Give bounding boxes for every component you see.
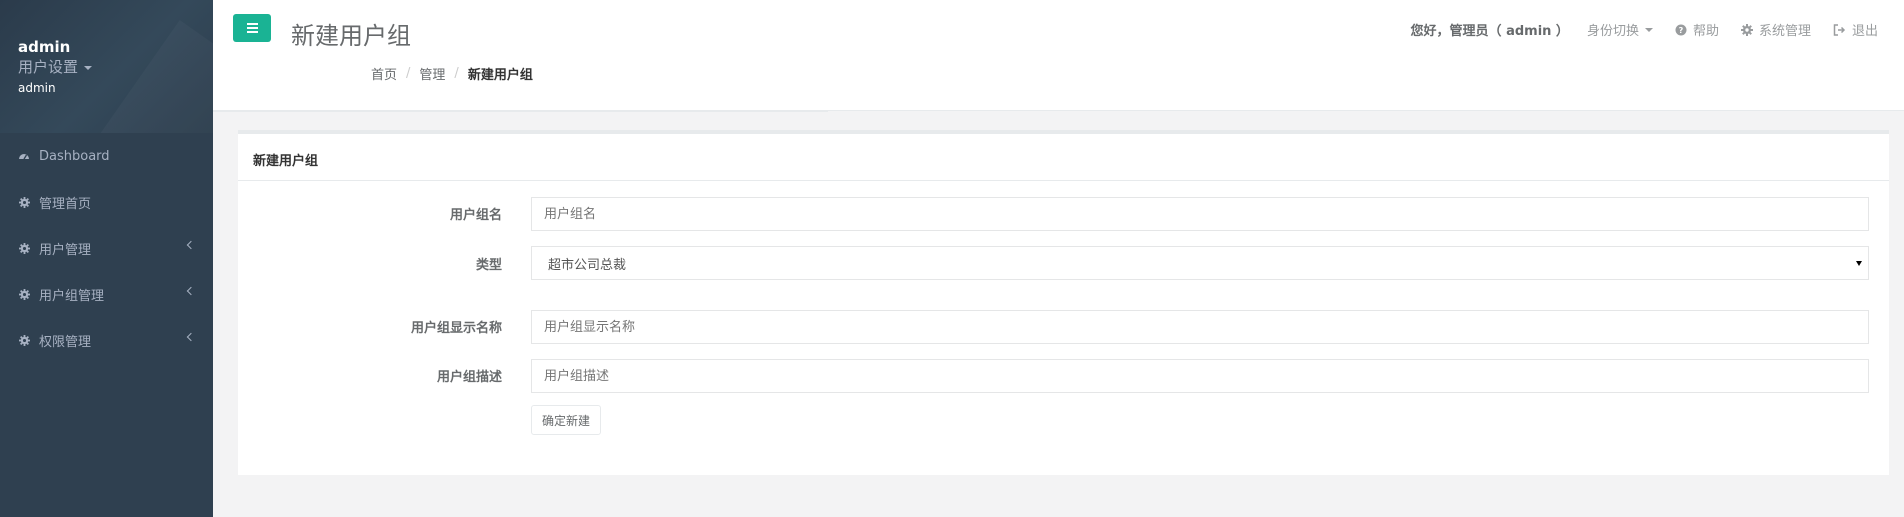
menu-toggle-button[interactable] xyxy=(233,14,271,42)
create-group-panel: 新建用户组 用户组名 类型 超市公司总裁 用户组显示名称 用户组描述 确定新建 xyxy=(238,130,1889,475)
sidebar-item-user-management[interactable]: 用户管理 xyxy=(0,225,213,271)
confirm-create-button[interactable]: 确定新建 xyxy=(531,405,602,435)
breadcrumb-home[interactable]: 首页 xyxy=(371,64,397,83)
switch-identity-dropdown[interactable]: 身份切换 xyxy=(1587,20,1653,39)
help-label: 帮助 xyxy=(1692,24,1719,39)
svg-text:?: ? xyxy=(1679,26,1684,35)
sidebar-item-label: 用户组管理 xyxy=(39,288,105,304)
type-selected-value: 超市公司总裁 xyxy=(548,257,627,273)
header-divider xyxy=(213,110,828,112)
breadcrumb-current: 新建用户组 xyxy=(467,68,533,83)
chevron-left-icon xyxy=(186,286,196,296)
chevron-left-icon xyxy=(186,332,196,342)
welcome-text: 您好，管理员（ admin ） xyxy=(1410,24,1569,39)
sidebar-item-admin-home[interactable]: 管理首页 xyxy=(0,179,213,225)
top-nav: 您好，管理员（ admin ） 身份切换 ? 帮助 系统管理 退出 xyxy=(1411,20,1878,39)
dashboard-icon xyxy=(18,150,30,162)
display-name-input[interactable] xyxy=(531,310,1869,344)
sign-out-icon xyxy=(1833,23,1846,36)
user-settings-dropdown[interactable]: 用户设置 xyxy=(18,57,213,78)
type-select[interactable]: 超市公司总裁 xyxy=(531,246,1869,280)
help-link[interactable]: ? 帮助 xyxy=(1675,20,1719,39)
user-settings-label: 用户设置 xyxy=(18,58,79,76)
description-input[interactable] xyxy=(531,359,1869,393)
gear-icon xyxy=(18,334,30,346)
switch-identity-label: 身份切换 xyxy=(1586,24,1639,39)
logout-label: 退出 xyxy=(1851,24,1878,39)
type-label: 类型 xyxy=(475,258,502,273)
breadcrumb: 首页 / 管理 / 新建用户组 xyxy=(371,64,533,83)
sidebar-item-label: 用户管理 xyxy=(39,242,92,258)
question-circle-icon: ? xyxy=(1675,24,1687,35)
description-label: 用户组描述 xyxy=(436,370,502,385)
hamburger-icon xyxy=(246,23,258,25)
gear-icon xyxy=(18,242,30,254)
top-header: 新建用户组 首页 / 管理 / 新建用户组 您好，管理员（ admin ） 身份… xyxy=(213,0,1904,112)
sidebar-item-label: 管理首页 xyxy=(39,196,92,212)
breadcrumb-separator: / xyxy=(406,66,411,81)
system-admin-link[interactable]: 系统管理 xyxy=(1740,20,1811,39)
caret-down-icon xyxy=(84,65,93,70)
group-name-input[interactable] xyxy=(531,197,1869,231)
caret-down-icon xyxy=(1856,261,1862,266)
logout-link[interactable]: 退出 xyxy=(1833,20,1878,39)
gear-icon xyxy=(18,196,30,208)
group-name-label: 用户组名 xyxy=(449,208,502,223)
sidebar-item-permission-management[interactable]: 权限管理 xyxy=(0,317,213,363)
gear-icon xyxy=(18,288,30,300)
profile-role: admin xyxy=(18,81,56,95)
chevron-left-icon xyxy=(186,240,196,250)
sidebar: admin 用户设置 admin Dashboard 管理首页 用户管理 用户组… xyxy=(0,0,213,517)
gear-icon xyxy=(1740,23,1753,36)
page-title: 新建用户组 xyxy=(291,22,411,50)
display-name-label: 用户组显示名称 xyxy=(410,321,502,336)
profile-username: admin xyxy=(18,38,71,56)
sidebar-item-label: 权限管理 xyxy=(39,334,92,350)
caret-down-icon xyxy=(1644,27,1653,32)
hamburger-icon-line xyxy=(246,31,258,33)
panel-title: 新建用户组 xyxy=(238,134,1889,181)
breadcrumb-manage[interactable]: 管理 xyxy=(419,64,445,83)
sidebar-item-group-management[interactable]: 用户组管理 xyxy=(0,271,213,317)
sidebar-nav: Dashboard 管理首页 用户管理 用户组管理 权限管理 xyxy=(0,133,213,363)
sidebar-item-label: Dashboard xyxy=(39,148,110,164)
system-admin-label: 系统管理 xyxy=(1758,24,1811,39)
profile-panel: admin 用户设置 admin xyxy=(0,0,213,133)
hamburger-icon-line xyxy=(246,27,258,29)
sidebar-item-dashboard[interactable]: Dashboard xyxy=(0,133,213,179)
breadcrumb-separator: / xyxy=(454,66,459,81)
